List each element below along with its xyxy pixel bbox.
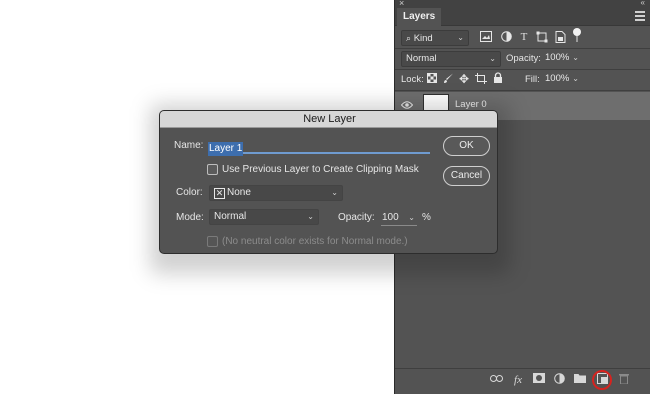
close-panel-icon[interactable]: × (399, 0, 404, 8)
clipping-mask-label[interactable]: Use Previous Layer to Create Clipping Ma… (222, 163, 419, 177)
color-label: Color: (176, 187, 203, 198)
fill-value: 100% (545, 73, 570, 84)
folder-icon[interactable] (573, 373, 587, 387)
name-field[interactable]: Layer 1 (208, 138, 430, 156)
fill-label: Fill: (525, 74, 540, 85)
no-color-icon: ✕ (214, 188, 225, 199)
chevron-down-icon: ⌄ (489, 54, 496, 63)
lock-paint-icon[interactable] (441, 73, 455, 89)
chevron-down-icon: ⌄ (457, 33, 464, 42)
opacity-value: 100% (545, 52, 570, 63)
opacity-unit: % (422, 212, 431, 223)
screenshot-stage: × « Layers ⌕ Kind ⌄ T Normal ⌄ Opacity: … (0, 0, 650, 394)
highlight-circle (592, 370, 612, 390)
mode-dropdown[interactable]: Normal ⌄ (209, 209, 319, 225)
shape-filter-icon[interactable] (535, 31, 549, 48)
new-layer-dialog: New Layer Name: Layer 1 OK Cancel Use Pr… (159, 110, 498, 254)
dialog-opacity-label: Opacity: (338, 212, 375, 223)
lock-position-icon[interactable]: ✥ (457, 72, 471, 86)
fx-icon[interactable]: fx (511, 373, 525, 387)
divider (395, 90, 650, 91)
dialog-opacity-value: 100 (382, 212, 399, 223)
dialog-opacity-field[interactable]: 100 ⌄ (381, 211, 417, 226)
clipping-mask-checkbox[interactable] (207, 164, 218, 175)
chevron-down-icon: ⌄ (408, 213, 415, 222)
lock-artboard-icon[interactable] (474, 73, 488, 89)
chevron-down-icon: ⌄ (572, 53, 579, 62)
neutral-color-label: (No neutral color exists for Normal mode… (222, 236, 408, 247)
panel-menu-icon[interactable] (635, 11, 645, 21)
divider (395, 48, 650, 49)
chevron-down-icon: ⌄ (331, 188, 338, 197)
color-value: None (227, 187, 251, 198)
link-icon[interactable] (489, 373, 503, 387)
adjustment-filter-icon[interactable] (499, 31, 513, 47)
cancel-button[interactable]: Cancel (443, 166, 490, 186)
lock-label: Lock: (401, 74, 424, 85)
mask-icon[interactable] (532, 373, 546, 387)
collapse-panel-icon[interactable]: « (641, 0, 645, 7)
mode-label: Mode: (176, 212, 204, 223)
panel-footer: fx (395, 368, 650, 390)
neutral-color-checkbox[interactable] (207, 236, 218, 247)
ok-button[interactable]: OK (443, 136, 490, 156)
blend-mode-value: Normal (406, 53, 437, 64)
name-label: Name: (174, 140, 204, 151)
divider (395, 69, 650, 70)
panel-tab-bar: Layers (395, 8, 650, 26)
filter-kind-dropdown[interactable]: ⌕ Kind ⌄ (401, 30, 469, 46)
image-filter-icon[interactable] (479, 31, 493, 47)
tab-layers[interactable]: Layers (397, 8, 442, 26)
dialog-title: New Layer (160, 111, 497, 128)
type-filter-icon[interactable]: T (517, 30, 531, 44)
blend-mode-dropdown[interactable]: Normal ⌄ (401, 51, 501, 67)
name-field-value: Layer 1 (208, 142, 244, 156)
fill-field[interactable]: 100% ⌄ (541, 72, 583, 88)
filter-toggle-icon[interactable] (573, 28, 581, 42)
panel-title-strip: × « (395, 0, 650, 8)
opacity-label: Opacity: (506, 53, 541, 64)
chevron-down-icon: ⌄ (572, 74, 579, 83)
adjustment-icon[interactable] (552, 373, 566, 387)
filter-kind-value: Kind (413, 33, 433, 44)
search-icon: ⌕ (406, 33, 412, 43)
lock-all-icon[interactable] (491, 72, 505, 89)
chevron-down-icon: ⌄ (307, 212, 314, 221)
smart-object-filter-icon[interactable] (553, 31, 567, 48)
mode-value: Normal (214, 211, 247, 222)
trash-icon[interactable] (617, 373, 631, 387)
color-dropdown[interactable]: ✕ None ⌄ (209, 185, 343, 201)
opacity-field[interactable]: 100% ⌄ (541, 51, 583, 67)
lock-transparent-icon[interactable] (425, 73, 439, 88)
